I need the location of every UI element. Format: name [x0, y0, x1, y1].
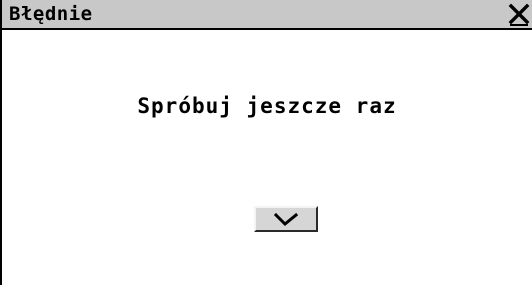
ok-button[interactable] [254, 206, 318, 232]
close-icon [508, 3, 530, 26]
checkmark-icon [273, 212, 299, 227]
error-dialog: Błędnie Spróbuj jeszcze raz [0, 0, 532, 285]
dialog-message: Spróbuj jeszcze raz [137, 94, 397, 118]
dialog-titlebar: Błędnie [2, 0, 532, 30]
dialog-title: Błędnie [9, 3, 93, 25]
close-button[interactable] [506, 3, 532, 27]
